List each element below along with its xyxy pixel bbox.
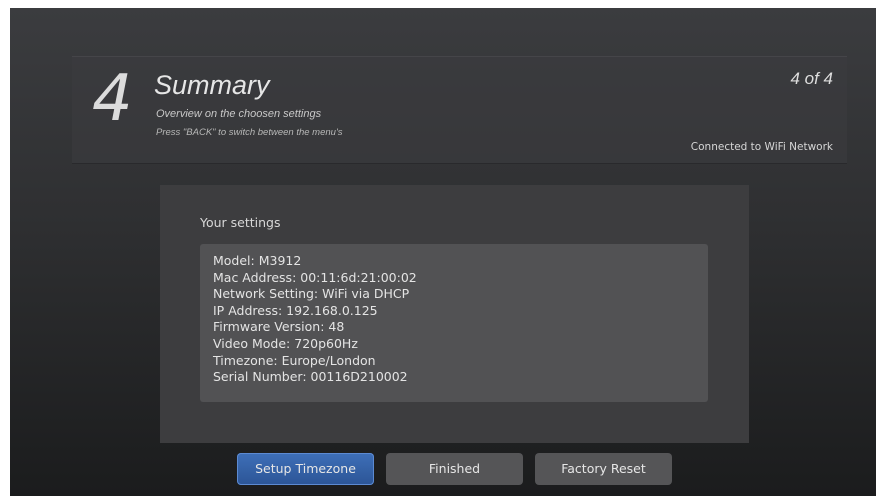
- page-subtitle: Overview on the choosen settings: [156, 108, 322, 120]
- header-panel: 4 Summary Overview on the choosen settin…: [72, 56, 847, 164]
- setup-wizard-screen: 4 Summary Overview on the choosen settin…: [10, 8, 876, 496]
- settings-list: Model: M3912 Mac Address: 00:11:6d:21:00…: [213, 253, 417, 386]
- navigation-hint: Press "BACK" to switch between the menu'…: [156, 127, 343, 138]
- setting-serial-number: Serial Number: 00116D210002: [213, 369, 408, 385]
- finished-button[interactable]: Finished: [386, 453, 523, 485]
- settings-panel: Your settings Model: M3912 Mac Address: …: [160, 185, 749, 443]
- connection-status: Connected to WiFi Network: [690, 141, 833, 153]
- settings-summary-box: Model: M3912 Mac Address: 00:11:6d:21:00…: [200, 244, 708, 402]
- page-title: Summary: [154, 70, 270, 100]
- step-number: 4: [92, 62, 133, 136]
- setup-timezone-button[interactable]: Setup Timezone: [237, 453, 374, 485]
- setting-mac-address: Mac Address: 00:11:6d:21:00:02: [213, 269, 417, 285]
- setting-network: Network Setting: WiFi via DHCP: [213, 286, 410, 302]
- page-indicator: 4 of 4: [790, 69, 833, 88]
- factory-reset-button[interactable]: Factory Reset: [535, 453, 672, 485]
- settings-heading: Your settings: [200, 215, 281, 230]
- setting-ip-address: IP Address: 192.168.0.125: [213, 302, 378, 318]
- setting-timezone: Timezone: Europe/London: [213, 352, 376, 368]
- setting-video-mode: Video Mode: 720p60Hz: [213, 335, 358, 351]
- setting-firmware-version: Firmware Version: 48: [213, 319, 345, 335]
- setting-model: Model: M3912: [213, 253, 302, 268]
